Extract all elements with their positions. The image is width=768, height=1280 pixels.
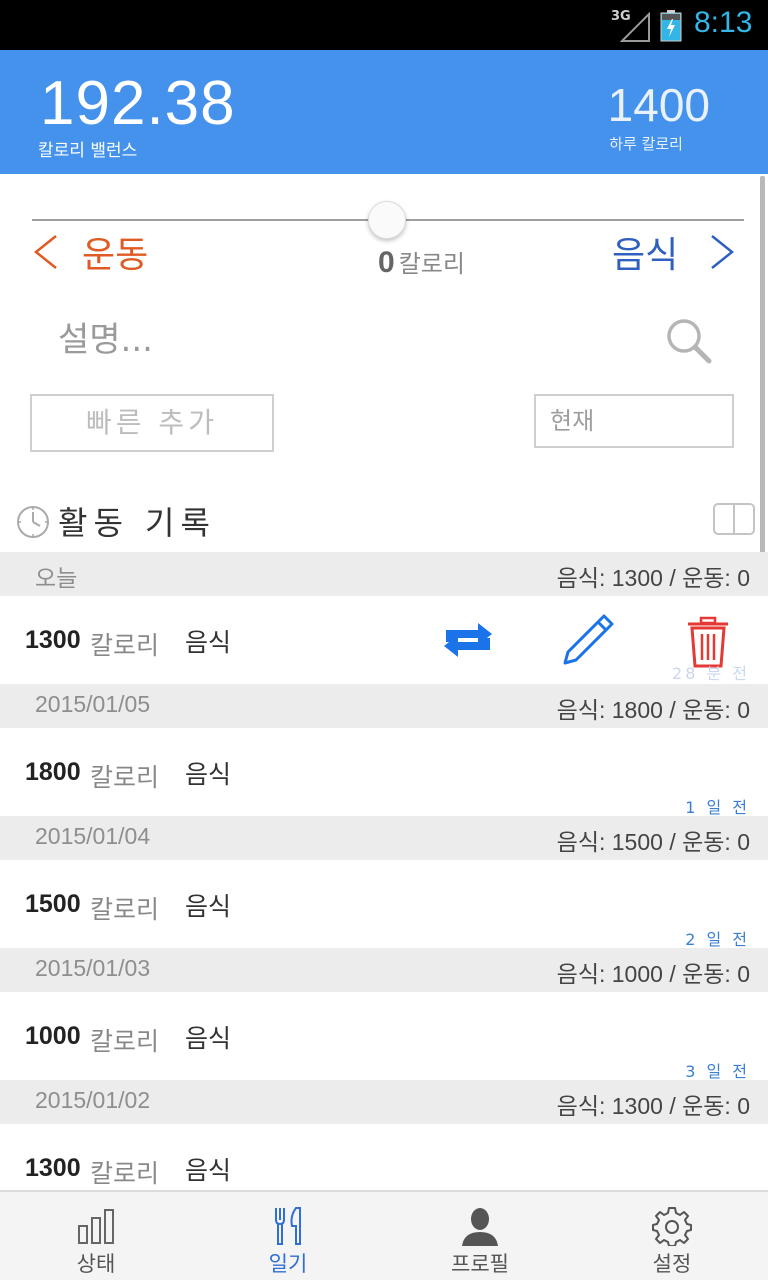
clock-time: 8:13 (694, 6, 753, 39)
description-input[interactable]: 설명... (58, 312, 153, 361)
selected-calories: 0 칼로리 (378, 244, 465, 280)
entry-calories: 1000 (25, 1022, 81, 1050)
entry-time-ago: 2 일 전 (685, 930, 750, 949)
nav-status-label: 상태 (76, 1252, 116, 1276)
entry-type: 음식 (185, 628, 232, 657)
scrollbar[interactable] (760, 176, 765, 561)
book-icon[interactable] (712, 502, 756, 536)
status-bar: 3G 8:13 (0, 0, 768, 50)
entry-type: 음식 (185, 1156, 232, 1185)
activity-log-title: 활동 기록 (58, 504, 216, 542)
entry-time-ago: 28 분 전 (672, 664, 750, 683)
entry-unit: 칼로리 (90, 1159, 160, 1188)
entry-calories: 1500 (25, 890, 81, 918)
nav-diary-label: 일기 (268, 1252, 308, 1276)
entry-unit: 칼로리 (90, 895, 160, 924)
edit-pencil-icon[interactable] (560, 612, 616, 668)
selected-calories-value: 0 (378, 246, 395, 279)
fork-knife-icon (275, 1207, 301, 1245)
log-entry[interactable]: 1500 칼로리 음식 2 일 전 (0, 860, 768, 949)
chevron-left-icon[interactable] (32, 234, 60, 270)
entry-calories: 1300 (25, 626, 81, 654)
clock-icon (17, 506, 49, 538)
bottom-navigation: 상태 일기 프로필 설정 (0, 1190, 768, 1280)
selected-calories-unit: 칼로리 (398, 250, 465, 278)
entry-unit: 칼로리 (90, 1027, 160, 1056)
entry-unit: 칼로리 (90, 631, 160, 660)
calorie-balance-label: 칼로리 밸런스 (38, 141, 138, 161)
nav-status[interactable]: 상태 (0, 1192, 192, 1280)
day-date: 2015/01/04 (35, 823, 151, 849)
day-summary: 음식: 1000 / 운동: 0 (556, 961, 750, 987)
time-field[interactable]: 현재 (534, 394, 734, 448)
day-date: 2015/01/05 (35, 691, 151, 717)
day-date: 2015/01/02 (35, 1087, 151, 1113)
nav-settings-label: 설정 (652, 1252, 692, 1276)
entry-type: 음식 (185, 1024, 232, 1053)
bar-chart-icon (78, 1209, 114, 1244)
entry-unit: 칼로리 (90, 763, 160, 792)
day-date: 2015/01/03 (35, 955, 151, 981)
entry-type: 음식 (185, 892, 232, 921)
calorie-slider-thumb[interactable] (368, 201, 406, 239)
gear-icon (652, 1207, 692, 1246)
day-summary: 음식: 1300 / 운동: 0 (556, 565, 750, 591)
daily-calorie-label: 하루 칼로리 (609, 135, 683, 153)
battery-icon (660, 10, 682, 42)
quick-add-button[interactable]: 빠른 추가 (30, 394, 274, 452)
entry-calories: 1300 (25, 1154, 81, 1182)
log-entry[interactable]: 1300 칼로리 음식 28 분 전 (0, 596, 768, 684)
day-header: 오늘 음식: 1300 / 운동: 0 (0, 552, 768, 596)
nav-profile[interactable]: 프로필 (384, 1192, 576, 1280)
search-icon[interactable] (664, 316, 712, 364)
day-header: 2015/01/05 음식: 1800 / 운동: 0 (0, 684, 768, 728)
nav-diary[interactable]: 일기 (192, 1192, 384, 1280)
entry-type: 음식 (185, 760, 232, 789)
exercise-label[interactable]: 운동 (82, 226, 148, 278)
calorie-balance-value: 192.38 (40, 69, 236, 138)
nav-profile-label: 프로필 (451, 1252, 509, 1276)
daily-calorie-value: 1400 (607, 79, 710, 131)
entry-time-ago: 1 일 전 (685, 798, 750, 817)
person-icon (462, 1208, 498, 1246)
day-summary: 음식: 1500 / 운동: 0 (556, 829, 750, 855)
log-entry[interactable]: 1000 칼로리 음식 3 일 전 (0, 992, 768, 1081)
nav-settings[interactable]: 설정 (576, 1192, 768, 1280)
chevron-right-icon[interactable] (708, 234, 736, 270)
day-summary: 음식: 1300 / 운동: 0 (556, 1093, 750, 1119)
entry-time-ago: 3 일 전 (685, 1062, 750, 1081)
day-header: 2015/01/02 음식: 1300 / 운동: 0 (0, 1080, 768, 1124)
signal-icon (620, 12, 650, 42)
day-header: 2015/01/03 음식: 1000 / 운동: 0 (0, 948, 768, 992)
day-summary: 음식: 1800 / 운동: 0 (556, 697, 750, 723)
log-entry[interactable]: 1800 칼로리 음식 1 일 전 (0, 728, 768, 817)
repeat-icon[interactable] (440, 620, 496, 660)
day-date: 오늘 (35, 565, 78, 591)
food-label[interactable]: 음식 (612, 226, 678, 278)
entry-calories: 1800 (25, 758, 81, 786)
calorie-header: 192.38 칼로리 밸런스 1400 하루 칼로리 (0, 50, 768, 174)
day-header: 2015/01/04 음식: 1500 / 운동: 0 (0, 816, 768, 860)
